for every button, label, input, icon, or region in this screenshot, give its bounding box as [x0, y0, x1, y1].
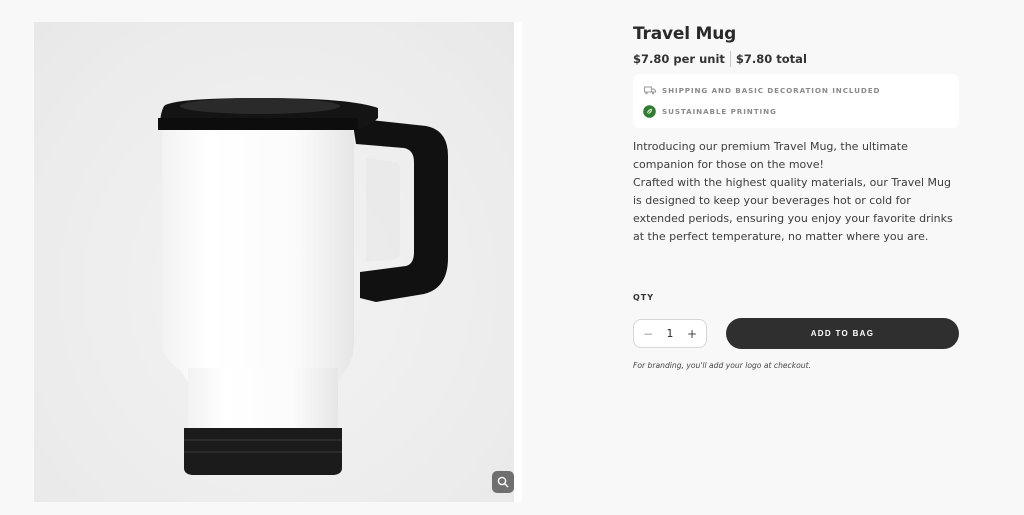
quantity-stepper: − 1 +: [633, 319, 707, 348]
product-info: Travel Mug $7.80 per unit $7.80 total SH…: [633, 22, 959, 246]
price-total: $7.80 total: [735, 52, 807, 66]
increase-quantity-button[interactable]: +: [684, 326, 700, 342]
description-line: companion for those on the move!: [633, 158, 824, 171]
price-divider: [729, 51, 731, 67]
description-line: at the perfect temperature, no matter wh…: [633, 230, 929, 243]
product-description: Introducing our premium Travel Mug, the …: [633, 138, 963, 246]
leaf-icon: [643, 105, 656, 118]
perks-box: SHIPPING AND BASIC DECORATION INCLUDED S…: [633, 74, 959, 128]
add-to-bag-button[interactable]: ADD TO BAG: [726, 318, 959, 349]
description-line: Crafted with the highest quality materia…: [633, 176, 951, 189]
perk-shipping: SHIPPING AND BASIC DECORATION INCLUDED: [643, 80, 949, 101]
perk-sustainable-label: SUSTAINABLE PRINTING: [662, 107, 777, 116]
description-line: extended periods, ensuring you enjoy you…: [633, 212, 953, 225]
qty-label: QTY: [633, 293, 655, 302]
description-line: Introducing our premium Travel Mug, the …: [633, 140, 908, 153]
price-row: $7.80 per unit $7.80 total: [633, 51, 959, 67]
product-title: Travel Mug: [633, 24, 737, 44]
zoom-button[interactable]: [492, 471, 514, 493]
truck-icon: [643, 84, 656, 97]
perk-shipping-label: SHIPPING AND BASIC DECORATION INCLUDED: [662, 86, 881, 95]
price-per-unit: $7.80 per unit: [633, 52, 725, 66]
magnifier-icon: [497, 476, 509, 488]
quantity-value[interactable]: 1: [667, 328, 674, 340]
branding-note: For branding, you'll add your logo at ch…: [633, 361, 811, 370]
decrease-quantity-button[interactable]: −: [640, 326, 656, 342]
description-line: is designed to keep your beverages hot o…: [633, 194, 911, 207]
travel-mug-image: [158, 98, 448, 475]
perk-sustainable: SUSTAINABLE PRINTING: [643, 101, 949, 122]
product-image-gallery: [34, 22, 522, 502]
